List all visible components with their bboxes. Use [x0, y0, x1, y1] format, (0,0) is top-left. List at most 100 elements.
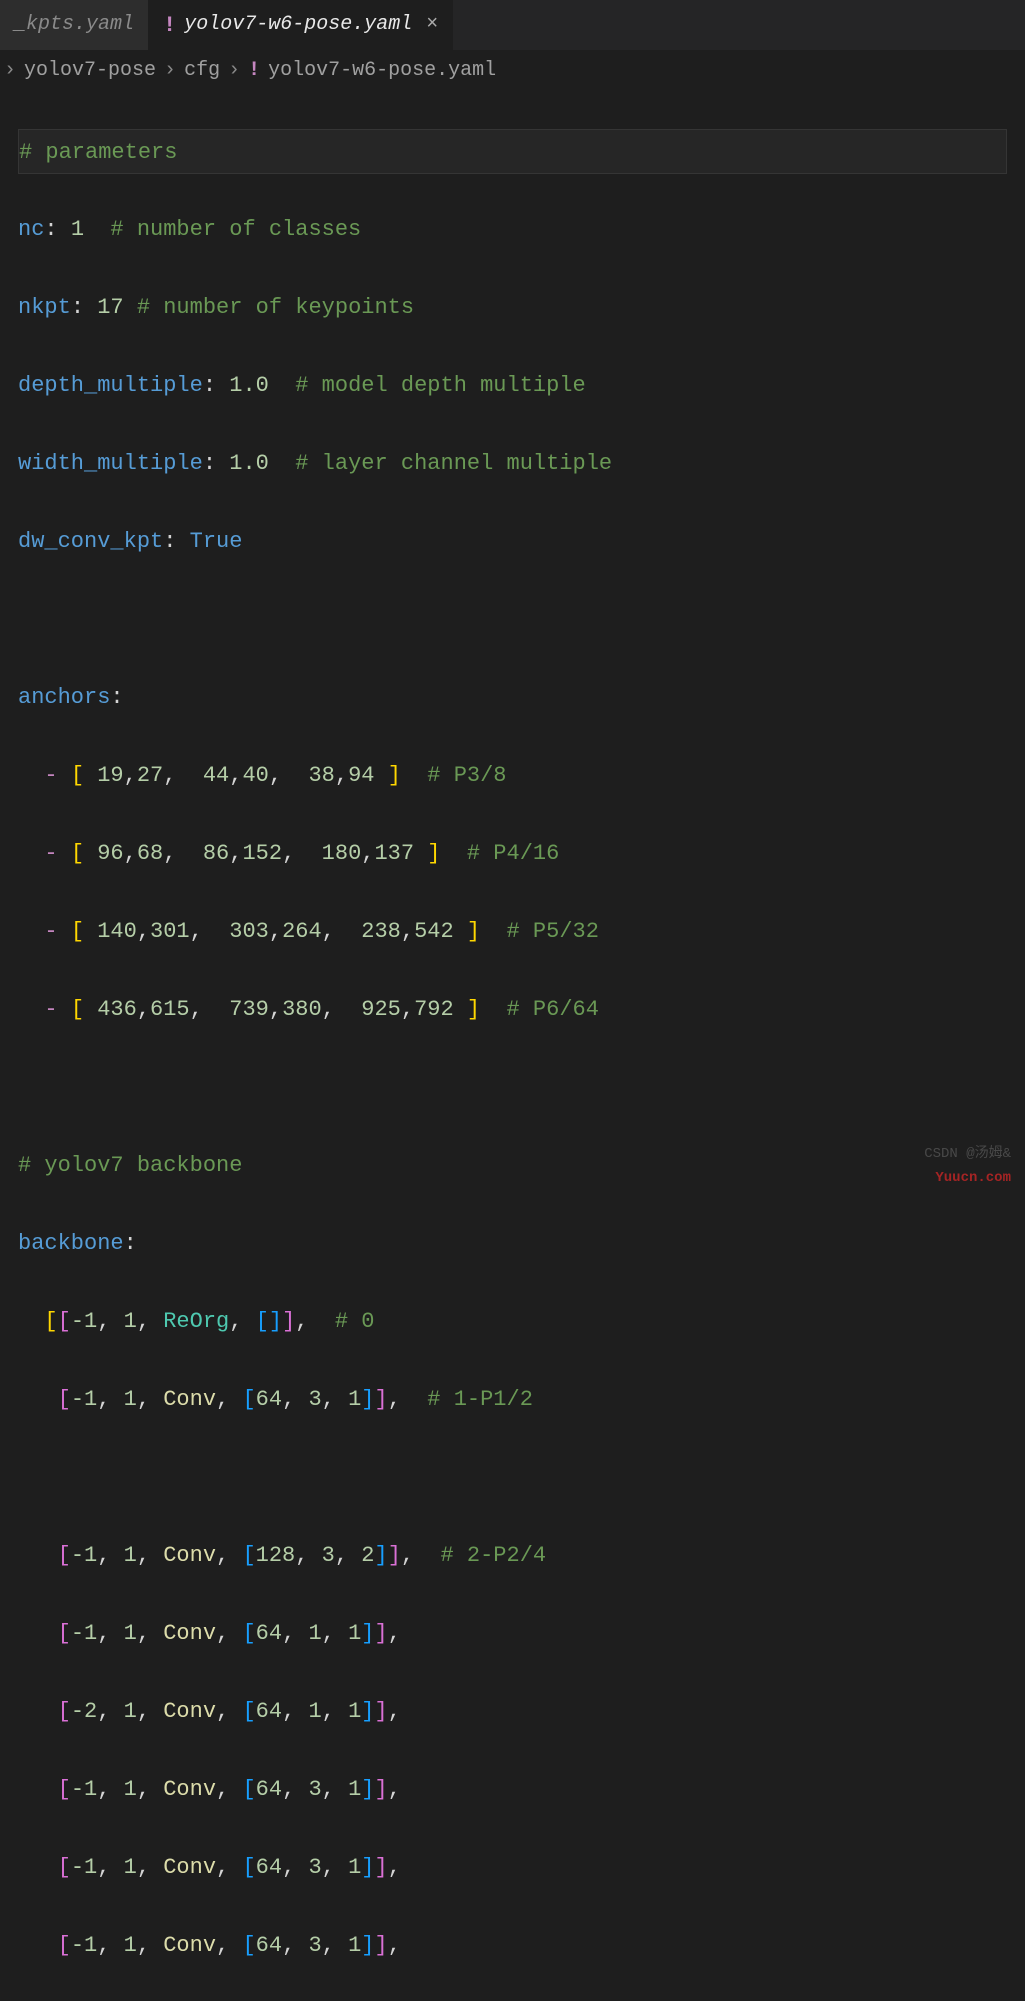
- code-line: depth_multiple: 1.0 # model depth multip…: [18, 363, 1007, 408]
- dash: -: [44, 997, 57, 1022]
- comment-text: # 2-P2/4: [441, 1543, 547, 1568]
- bracket: ]: [361, 1855, 374, 1880]
- tab-inactive[interactable]: _kpts.yaml: [0, 0, 149, 50]
- tab-active[interactable]: ! yolov7-w6-pose.yaml ×: [149, 0, 453, 50]
- code-line: [18, 1455, 1007, 1500]
- op-name: Conv: [163, 1855, 216, 1880]
- code-editor[interactable]: # parameters nc: 1 # number of classes n…: [0, 92, 1025, 2001]
- yaml-key: nkpt: [18, 295, 71, 320]
- bracket: [: [58, 1777, 71, 1802]
- yaml-icon: !: [163, 9, 176, 42]
- bracket: [: [58, 1699, 71, 1724]
- bracket: [: [242, 1621, 255, 1646]
- breadcrumb-seg[interactable]: cfg: [184, 56, 220, 86]
- bracket: [: [58, 1543, 71, 1568]
- breadcrumb-seg[interactable]: yolov7-pose: [24, 56, 156, 86]
- bracket: ]: [374, 1699, 387, 1724]
- close-icon[interactable]: ×: [426, 10, 438, 40]
- tab-label: _kpts.yaml: [14, 10, 134, 40]
- code-line: - [ 96,68, 86,152, 180,137 ] # P4/16: [18, 831, 1007, 876]
- bracket: [: [242, 1933, 255, 1958]
- yaml-key: width_multiple: [18, 451, 203, 476]
- code-line: [-1, 1, Conv, [64, 3, 1]], # 1-P1/2: [18, 1377, 1007, 1422]
- chevron-right-icon: ›: [4, 56, 16, 86]
- bracket: ]: [388, 763, 401, 788]
- bracket: ]: [467, 919, 480, 944]
- bracket: ]: [282, 1309, 295, 1334]
- op-name: Conv: [163, 1387, 216, 1412]
- comment-text: # P4/16: [467, 841, 559, 866]
- bracket: [: [44, 1309, 57, 1334]
- bracket: ]: [374, 1621, 387, 1646]
- op-name: ReOrg: [163, 1309, 229, 1334]
- yaml-key: nc: [18, 217, 44, 242]
- tabs-bar: _kpts.yaml ! yolov7-w6-pose.yaml ×: [0, 0, 1025, 50]
- comment-text: # P3/8: [427, 763, 506, 788]
- comment-text: # P6/64: [507, 997, 599, 1022]
- bracket: [: [242, 1855, 255, 1880]
- code-line: - [ 140,301, 303,264, 238,542 ] # P5/32: [18, 909, 1007, 954]
- code-line: [-1, 1, Conv, [128, 3, 2]], # 2-P2/4: [18, 1533, 1007, 1578]
- watermark-text: Yuucn.com: [935, 1168, 1011, 1189]
- code-line: - [ 19,27, 44,40, 38,94 ] # P3/8: [18, 753, 1007, 798]
- bracket: [: [71, 997, 84, 1022]
- comment-text: # number of keypoints: [137, 295, 414, 320]
- code-line: nc: 1 # number of classes: [18, 207, 1007, 252]
- bracket: [: [58, 1933, 71, 1958]
- code-line: nkpt: 17 # number of keypoints: [18, 285, 1007, 330]
- chevron-right-icon: ›: [228, 56, 240, 86]
- yaml-key: depth_multiple: [18, 373, 203, 398]
- comment-text: # P5/32: [507, 919, 599, 944]
- op-name: Conv: [163, 1699, 216, 1724]
- code-line: width_multiple: 1.0 # layer channel mult…: [18, 441, 1007, 486]
- code-line: anchors:: [18, 675, 1007, 720]
- bracket: ]: [388, 1543, 401, 1568]
- bracket: ]: [467, 997, 480, 1022]
- bracket: ]: [361, 1933, 374, 1958]
- comment-text: # layer channel multiple: [295, 451, 612, 476]
- yaml-key: anchors: [18, 685, 110, 710]
- watermark-text: CSDN @汤姆&: [924, 1144, 1011, 1165]
- bracket: ]: [361, 1621, 374, 1646]
- yaml-value: 1.0: [229, 373, 269, 398]
- code-line: [18, 597, 1007, 642]
- code-line: [-2, 1, Conv, [64, 1, 1]],: [18, 1689, 1007, 1734]
- yaml-key: dw_conv_kpt: [18, 529, 163, 554]
- bracket: [: [242, 1777, 255, 1802]
- op-name: Conv: [163, 1543, 216, 1568]
- comment-text: # yolov7 backbone: [18, 1153, 242, 1178]
- code-line: [[-1, 1, ReOrg, []], # 0: [18, 1299, 1007, 1344]
- breadcrumb: › yolov7-pose › cfg › ! yolov7-w6-pose.y…: [0, 50, 1025, 92]
- dash: -: [44, 841, 57, 866]
- bracket: ]: [361, 1699, 374, 1724]
- op-name: Conv: [163, 1621, 216, 1646]
- breadcrumb-seg[interactable]: yolov7-w6-pose.yaml: [268, 56, 496, 86]
- dash: -: [44, 919, 57, 944]
- bracket: ]: [374, 1387, 387, 1412]
- bracket: ]: [427, 841, 440, 866]
- op-name: Conv: [163, 1777, 216, 1802]
- code-line: [-1, 1, Conv, [64, 1, 1]],: [18, 1611, 1007, 1656]
- bracket: [: [71, 919, 84, 944]
- code-line: [18, 1065, 1007, 1110]
- bracket: ]: [361, 1777, 374, 1802]
- comment-text: # parameters: [19, 140, 177, 165]
- yaml-value: 1: [71, 217, 84, 242]
- comment-text: # model depth multiple: [295, 373, 585, 398]
- code-line: [-1, 1, Conv, [64, 3, 1]],: [18, 1845, 1007, 1890]
- bracket: [: [58, 1309, 71, 1334]
- code-line: [-1, 1, Conv, [64, 3, 1]],: [18, 1923, 1007, 1968]
- yaml-value: 17: [97, 295, 123, 320]
- comment-text: # number of classes: [110, 217, 361, 242]
- yaml-value: True: [190, 529, 243, 554]
- bracket: [: [58, 1855, 71, 1880]
- bracket: [: [242, 1387, 255, 1412]
- bracket: [: [71, 763, 84, 788]
- bracket: ]: [361, 1387, 374, 1412]
- bracket: [: [58, 1387, 71, 1412]
- bracket: ]: [269, 1309, 282, 1334]
- bracket: [: [71, 841, 84, 866]
- yaml-key: backbone: [18, 1231, 124, 1256]
- bracket: [: [58, 1621, 71, 1646]
- code-line: - [ 436,615, 739,380, 925,792 ] # P6/64: [18, 987, 1007, 1032]
